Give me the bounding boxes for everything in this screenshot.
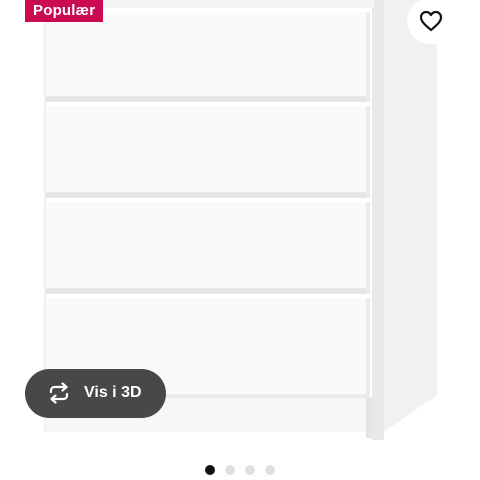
view-in-3d-label: Vis i 3D [84,384,142,401]
view-in-3d-button[interactable]: Vis i 3D [25,369,166,418]
popular-badge-label: Populær [33,2,96,19]
popular-badge: Populær [25,0,104,22]
pager-dot[interactable] [225,465,235,475]
pager-dot[interactable] [245,465,255,475]
heart-icon [419,10,443,32]
add-to-favorites-button[interactable] [407,0,455,44]
image-pager [205,465,275,475]
rotate-3d-icon [49,382,69,404]
pager-dot[interactable] [205,465,215,475]
pager-dot[interactable] [265,465,275,475]
product-gallery: Populær Vis i 3D [0,0,480,480]
